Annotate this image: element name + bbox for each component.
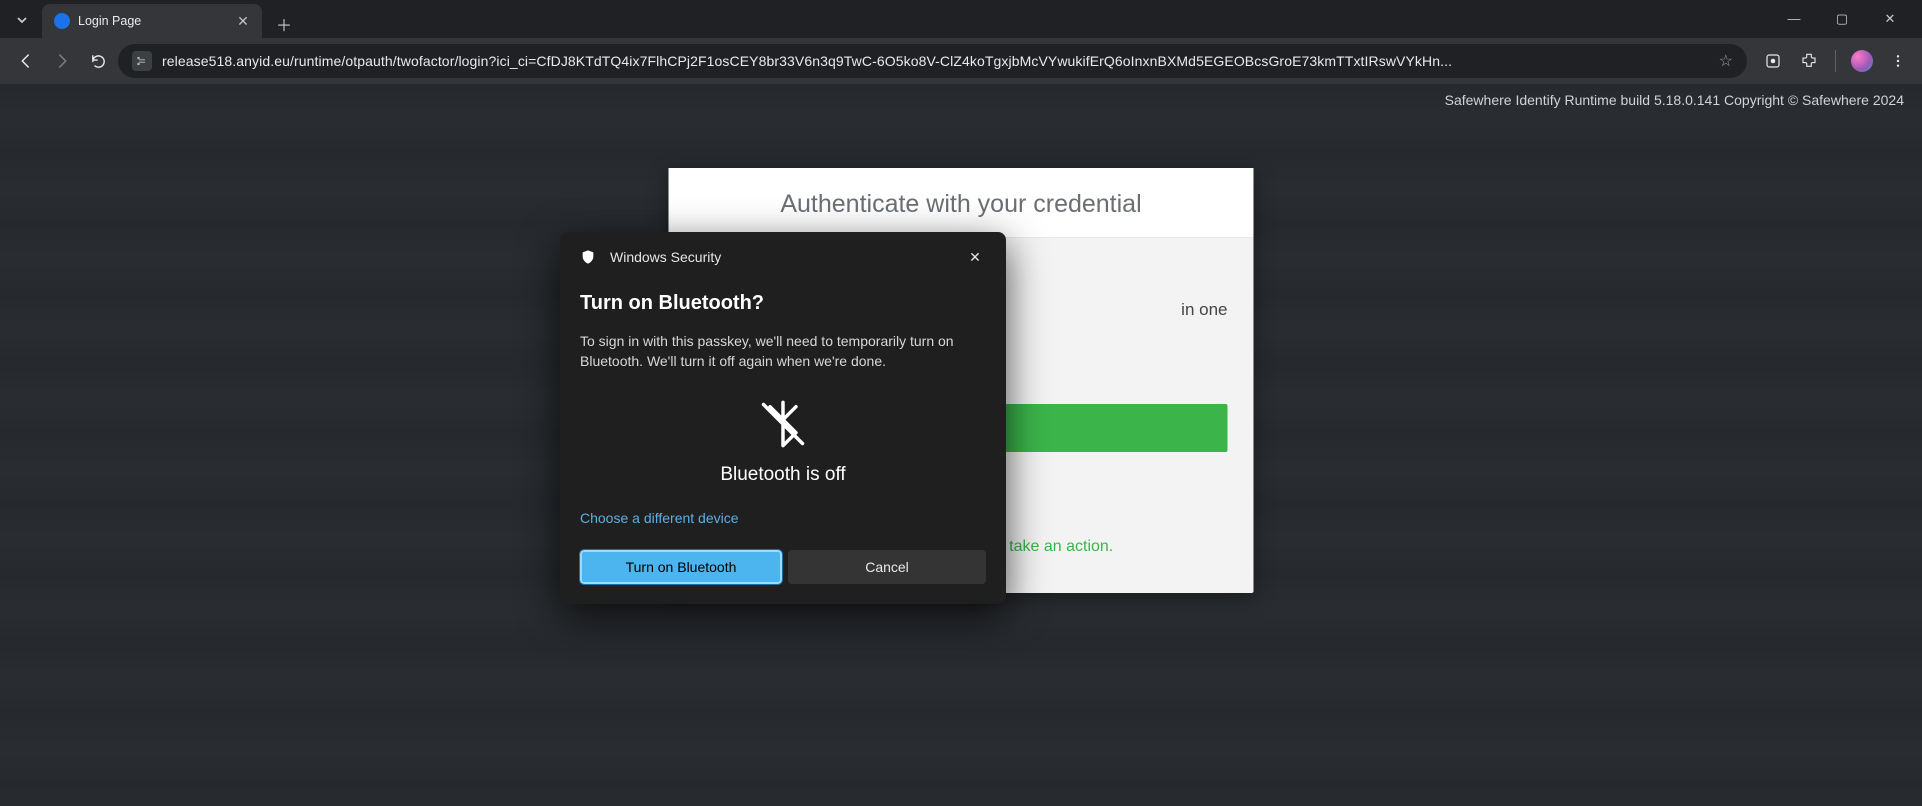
turn-on-bluetooth-button[interactable]: Turn on Bluetooth: [580, 550, 782, 584]
dialog-header-title: Windows Security: [610, 249, 721, 265]
bluetooth-off-icon: [580, 398, 986, 450]
dialog-header: Windows Security ✕: [580, 246, 986, 268]
tab-title: Login Page: [78, 14, 226, 28]
address-bar[interactable]: release518.anyid.eu/runtime/otpauth/twof…: [118, 44, 1747, 78]
tab-favicon: [54, 13, 70, 29]
build-info-text: Safewhere Identify Runtime build 5.18.0.…: [1445, 92, 1904, 108]
window-minimize[interactable]: —: [1780, 11, 1808, 27]
tab-search-dropdown[interactable]: [8, 4, 36, 36]
nav-forward-button[interactable]: [46, 45, 78, 77]
browser-titlebar: Login Page ✕ ＋ — ▢ ✕: [0, 0, 1922, 38]
bookmark-star-icon[interactable]: ☆: [1719, 51, 1733, 71]
chrome-menu-icon[interactable]: [1884, 47, 1912, 75]
site-settings-icon[interactable]: [132, 51, 152, 71]
auth-body-fragment-1b: in one: [1181, 290, 1227, 329]
address-url: release518.anyid.eu/runtime/otpauth/twof…: [162, 53, 1709, 69]
dialog-title: Turn on Bluetooth?: [580, 292, 986, 315]
dialog-close-icon[interactable]: ✕: [964, 246, 986, 268]
toolbar-right-cluster: [1751, 47, 1912, 75]
window-maximize[interactable]: ▢: [1828, 11, 1856, 27]
profile-avatar-icon[interactable]: [1848, 47, 1876, 75]
extensions-puzzle-icon[interactable]: [1795, 47, 1823, 75]
browser-toolbar: release518.anyid.eu/runtime/otpauth/twof…: [0, 38, 1922, 84]
page-viewport: Safewhere Identify Runtime build 5.18.0.…: [0, 84, 1922, 806]
dialog-message: To sign in with this passkey, we'll need…: [580, 331, 960, 372]
window-controls: — ▢ ✕: [1780, 11, 1914, 27]
new-tab-button[interactable]: ＋: [270, 10, 298, 38]
tab-close-icon[interactable]: ✕: [234, 13, 252, 30]
windows-security-dialog: Windows Security ✕ Turn on Bluetooth? To…: [560, 232, 1006, 604]
dialog-button-row: Turn on Bluetooth Cancel: [580, 550, 986, 584]
bluetooth-status-text: Bluetooth is off: [580, 464, 986, 486]
shield-icon: [580, 249, 596, 265]
extension-icon-1[interactable]: [1759, 47, 1787, 75]
toolbar-separator: [1835, 50, 1836, 72]
auth-card-title: Authenticate with your credential: [669, 168, 1254, 238]
choose-different-device-link[interactable]: Choose a different device: [580, 510, 986, 526]
nav-back-button[interactable]: [10, 45, 42, 77]
window-close[interactable]: ✕: [1876, 11, 1904, 27]
cancel-button[interactable]: Cancel: [788, 550, 986, 584]
browser-tab[interactable]: Login Page ✕: [42, 4, 262, 38]
nav-reload-button[interactable]: [82, 45, 114, 77]
